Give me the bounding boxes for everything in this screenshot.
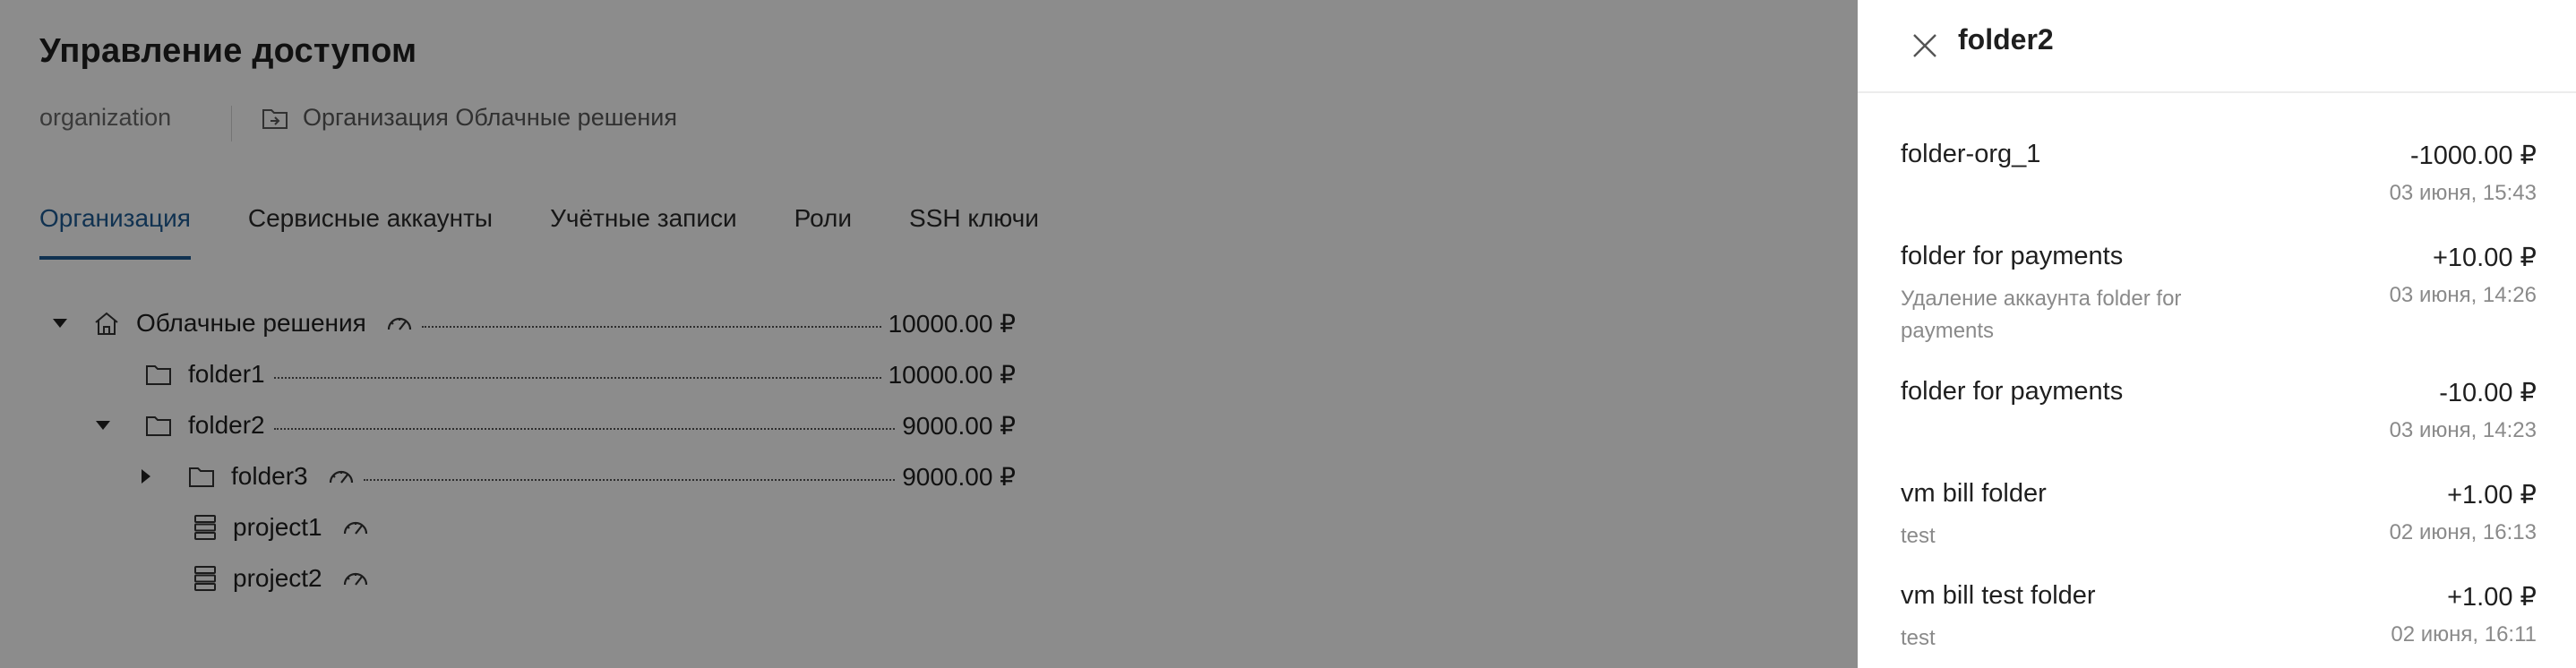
transaction-description: test xyxy=(1901,524,1936,548)
transaction-date: 02 июня, 16:11 xyxy=(2391,622,2537,647)
transaction-name: vm bill test folder xyxy=(1901,581,2096,610)
transaction-name: folder for payments xyxy=(1901,377,2124,406)
transaction-date: 03 июня, 14:26 xyxy=(2389,283,2537,307)
transaction-date: 02 июня, 16:13 xyxy=(2389,520,2537,544)
transaction-name: folder-org_1 xyxy=(1901,140,2041,168)
transaction-amount: -1000.00 ₽ xyxy=(2410,141,2537,170)
transaction-description: Удаление аккаунта folder for payments xyxy=(1901,287,2182,343)
transaction-amount: +1.00 ₽ xyxy=(2447,583,2537,612)
transaction-description: test xyxy=(1901,626,1936,650)
transaction-date: 03 июня, 14:23 xyxy=(2389,418,2537,442)
transaction-name: vm bill folder xyxy=(1901,479,2047,508)
drawer-header: folder2 xyxy=(1858,0,2576,93)
drawer-title: folder2 xyxy=(1958,23,2054,56)
transaction-name: folder for payments xyxy=(1901,242,2124,270)
close-icon xyxy=(1913,34,1936,57)
close-button[interactable] xyxy=(1902,23,1947,68)
transaction-amount: +10.00 ₽ xyxy=(2432,244,2537,272)
transaction-amount: -10.00 ₽ xyxy=(2439,379,2537,407)
transactions-drawer: folder2 folder-org_1 -1000.00 ₽ 03 июня,… xyxy=(1858,0,2576,668)
transaction-date: 03 июня, 15:43 xyxy=(2389,181,2537,205)
transaction-amount: +1.00 ₽ xyxy=(2447,481,2537,510)
